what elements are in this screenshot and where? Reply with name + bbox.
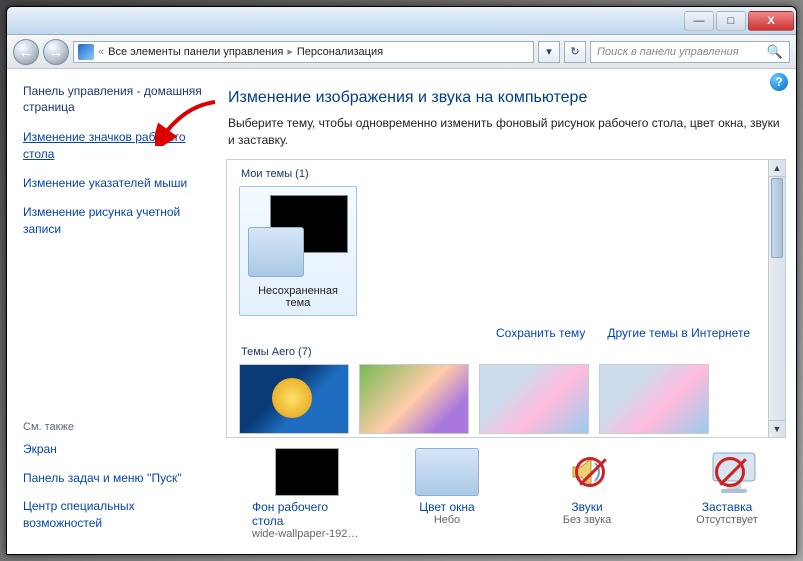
screensaver-item[interactable]: Заставка Отсутствует <box>672 448 782 540</box>
desktop-background-thumb <box>275 448 339 496</box>
see-also-accessibility[interactable]: Центр специальных возможностей <box>23 498 204 532</box>
breadcrumb-chevron: « <box>98 46 104 58</box>
page-subtitle: Выберите тему, чтобы одновременно измени… <box>228 115 782 149</box>
bottom-settings-row: Фон рабочего стола wide-wallpaper-1920x1… <box>224 438 788 546</box>
screensaver-thumb <box>695 448 759 496</box>
page-title: Изменение изображения и звука на компьют… <box>228 89 788 107</box>
window-color-item[interactable]: Цвет окна Небо <box>392 448 502 540</box>
no-sign-icon <box>715 457 745 487</box>
address-dropdown-button[interactable]: ▾ <box>538 41 560 63</box>
titlebar: — □ X <box>7 7 796 35</box>
search-placeholder: Поиск в панели управления <box>597 46 739 58</box>
category-my-themes: Мои темы (1) <box>241 168 756 180</box>
aero-theme-1[interactable] <box>239 364 349 434</box>
aero-theme-3[interactable] <box>479 364 589 434</box>
sounds-value: Без звука <box>532 514 642 526</box>
screensaver-label: Заставка <box>702 500 753 514</box>
desktop-background-value: wide-wallpaper-1920x10... <box>252 528 362 540</box>
help-icon[interactable]: ? <box>770 73 788 91</box>
sounds-thumb <box>555 448 619 496</box>
theme-label: Несохраненная тема <box>246 285 350 309</box>
maximize-button[interactable]: □ <box>716 11 746 31</box>
themes-content: Мои темы (1) Несохраненная тема Сохранит… <box>227 160 768 437</box>
desktop-background-item[interactable]: Фон рабочего стола wide-wallpaper-1920x1… <box>252 448 362 540</box>
nav-forward-button[interactable]: → <box>43 39 69 65</box>
main-panel: ? Изменение изображения и звука на компь… <box>216 69 796 554</box>
scroll-down-icon[interactable]: ▼ <box>769 420 785 437</box>
no-sign-icon <box>575 457 605 487</box>
screensaver-value: Отсутствует <box>672 514 782 526</box>
see-also-taskbar[interactable]: Панель задач и меню ''Пуск'' <box>23 470 204 487</box>
navbar: ← → « Все элементы панели управления ▸ П… <box>7 35 796 69</box>
control-panel-home-link[interactable]: Панель управления - домашняя страница <box>23 83 204 115</box>
vertical-scrollbar[interactable]: ▲ ▼ <box>768 160 785 437</box>
theme-actions-row: Сохранить тему Другие темы в Интернете <box>239 326 750 340</box>
scroll-thumb[interactable] <box>771 178 783 258</box>
sidebar: Панель управления - домашняя страница Из… <box>7 69 216 554</box>
sounds-label: Звуки <box>571 500 602 514</box>
refresh-button[interactable]: ↻ <box>564 41 586 63</box>
scroll-up-icon[interactable]: ▲ <box>769 160 785 177</box>
themes-listbox: Мои темы (1) Несохраненная тема Сохранит… <box>226 159 786 438</box>
nav-back-button[interactable]: ← <box>13 39 39 65</box>
close-button[interactable]: X <box>748 11 794 31</box>
personalization-window: — □ X ← → « Все элементы панели управлен… <box>6 6 797 555</box>
more-themes-link[interactable]: Другие темы в Интернете <box>607 326 750 340</box>
see-also-display[interactable]: Экран <box>23 441 204 458</box>
aero-themes-row <box>239 364 756 434</box>
aero-theme-4[interactable] <box>599 364 709 434</box>
sidebar-link-desktop-icons[interactable]: Изменение значков рабочего стола <box>23 129 204 163</box>
sounds-item[interactable]: Звуки Без звука <box>532 448 642 540</box>
breadcrumb-parent[interactable]: Все элементы панели управления <box>108 46 283 58</box>
desktop-background-label: Фон рабочего стола <box>252 500 362 528</box>
search-input[interactable]: Поиск в панели управления 🔍 <box>590 41 790 63</box>
sidebar-link-account-picture[interactable]: Изменение рисунка учетной записи <box>23 204 204 238</box>
control-panel-icon <box>78 44 94 60</box>
window-color-label: Цвет окна <box>419 500 474 514</box>
theme-tile-unsaved[interactable]: Несохраненная тема <box>239 186 357 316</box>
see-also-label: См. также <box>23 421 204 433</box>
breadcrumb-sep: ▸ <box>287 45 293 58</box>
sidebar-link-mouse-pointers[interactable]: Изменение указателей мыши <box>23 175 204 192</box>
theme-thumbnail <box>246 193 350 279</box>
category-aero: Темы Aero (7) <box>241 346 756 358</box>
window-color-value: Небо <box>392 514 502 526</box>
minimize-button[interactable]: — <box>684 11 714 31</box>
aero-theme-2[interactable] <box>359 364 469 434</box>
content-area: Панель управления - домашняя страница Из… <box>7 69 796 554</box>
theme-preview-window <box>248 227 304 277</box>
breadcrumb-current[interactable]: Персонализация <box>297 46 383 58</box>
save-theme-link[interactable]: Сохранить тему <box>496 326 585 340</box>
search-icon: 🔍 <box>767 44 783 60</box>
window-color-thumb <box>415 448 479 496</box>
address-bar[interactable]: « Все элементы панели управления ▸ Персо… <box>73 41 534 63</box>
